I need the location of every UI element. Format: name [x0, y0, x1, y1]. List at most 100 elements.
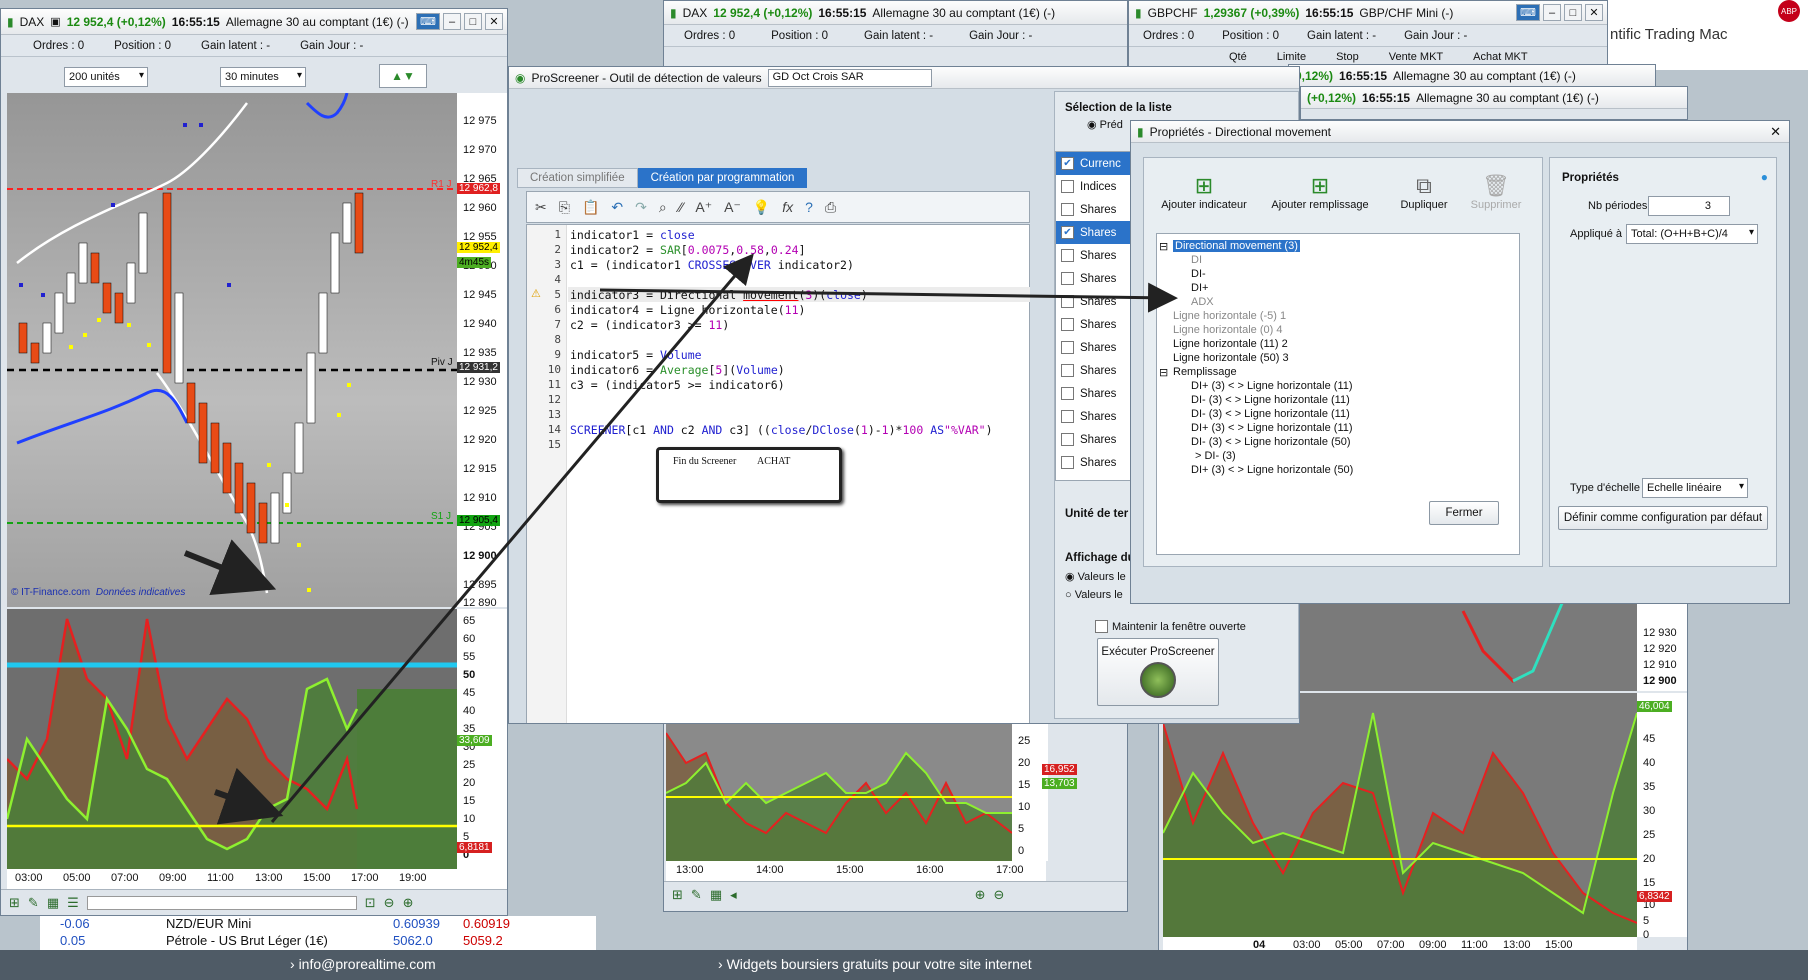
- tree-item[interactable]: Ligne horizontale (11) 2: [1173, 338, 1288, 350]
- lightbulb-icon[interactable]: 💡: [753, 199, 770, 216]
- checkbox[interactable]: [1061, 456, 1074, 469]
- right-indicator-chart[interactable]: [1162, 693, 1638, 937]
- tree-item[interactable]: > DI- (3): [1195, 450, 1236, 462]
- checkbox[interactable]: [1061, 410, 1074, 423]
- info-icon[interactable]: ▣: [50, 15, 60, 28]
- minimize-button[interactable]: –: [443, 13, 461, 30]
- tree-item[interactable]: DI+ (3) < > Ligne horizontale (11): [1191, 422, 1353, 434]
- tree-item[interactable]: DI- (3) < > Ligne horizontale (11): [1191, 408, 1350, 420]
- paste-icon[interactable]: 📋: [582, 199, 599, 216]
- comment-icon[interactable]: ⁄⁄: [679, 199, 684, 215]
- chart-type-icon[interactable]: ⊞: [9, 895, 20, 911]
- close-dialog-button[interactable]: Fermer: [1429, 501, 1499, 525]
- checkbox[interactable]: [1061, 180, 1074, 193]
- checkbox[interactable]: [1095, 620, 1108, 633]
- zoom-fit-icon[interactable]: ⊡: [365, 895, 376, 911]
- period-select[interactable]: 30 minutes: [220, 67, 306, 87]
- checkbox[interactable]: [1061, 295, 1074, 308]
- calc-icon[interactable]: ▦: [710, 887, 722, 903]
- tree-item-dm[interactable]: Directional movement (3): [1173, 240, 1300, 252]
- checkbox[interactable]: ✔: [1061, 226, 1074, 239]
- tree-collapse-icon[interactable]: ⊟: [1159, 366, 1168, 379]
- tree-item[interactable]: Ligne horizontale (50) 3: [1173, 352, 1289, 364]
- draw-icon[interactable]: ✎: [691, 887, 702, 903]
- tree-item[interactable]: DI+ (3) < > Ligne horizontale (50): [1191, 464, 1353, 476]
- checkbox[interactable]: [1061, 433, 1074, 446]
- undo-icon[interactable]: ↶: [611, 199, 623, 216]
- checkbox[interactable]: [1061, 364, 1074, 377]
- valeurs-radio-1[interactable]: ◉ Valeurs le: [1065, 570, 1126, 583]
- function-icon[interactable]: fx: [782, 199, 793, 215]
- duplicate-action[interactable]: ⧉ Dupliquer: [1389, 173, 1459, 211]
- close-button[interactable]: ✕: [1585, 4, 1603, 21]
- properties-close-button[interactable]: ✕: [1770, 124, 1781, 140]
- help-icon[interactable]: ?: [805, 199, 813, 215]
- maximize-button[interactable]: □: [1564, 4, 1582, 21]
- scroll-left-icon[interactable]: ◂: [730, 887, 737, 903]
- tree-item[interactable]: Ligne horizontale (-5) 1: [1173, 310, 1286, 322]
- checkbox[interactable]: [1061, 272, 1074, 285]
- chart-type-icon[interactable]: ⊞: [672, 887, 683, 903]
- zoom-in-icon[interactable]: ⊕: [975, 887, 986, 903]
- widgets-link[interactable]: Widgets boursiers gratuits pour votre si…: [727, 956, 1032, 972]
- dax-instrument[interactable]: DAX: [20, 15, 45, 29]
- small-titlebar-2[interactable]: (+0,12%) 16:55:15 Allemagne 30 au compta…: [1301, 87, 1687, 109]
- font-larger-icon[interactable]: A⁺: [695, 199, 712, 216]
- directional-movement-panel[interactable]: [5, 609, 457, 869]
- checkbox[interactable]: [1061, 203, 1074, 216]
- keep-open-checkbox[interactable]: Maintenir la fenêtre ouverte: [1095, 620, 1246, 633]
- checkbox[interactable]: ✔: [1061, 157, 1074, 170]
- proscreener-titlebar[interactable]: ◉ ProScreener - Outil de détection de va…: [509, 67, 1299, 89]
- info-icon[interactable]: ●: [1761, 170, 1768, 184]
- code-editor[interactable]: 1 2 3 4 5 6 7 8 9 10 11 12 13 14 15 ⚠ in…: [526, 224, 1030, 723]
- mid-indicator-chart[interactable]: [665, 723, 1013, 861]
- gbp-instrument[interactable]: GBPCHF: [1148, 6, 1198, 20]
- scrollbar[interactable]: [86, 895, 357, 910]
- tree-item[interactable]: DI+: [1191, 282, 1208, 294]
- checkbox[interactable]: [1061, 318, 1074, 331]
- keyboard-icon[interactable]: ⌨: [416, 13, 440, 30]
- mid-instrument[interactable]: DAX: [683, 6, 708, 20]
- small-window-2[interactable]: (+0,12%) 16:55:15 Allemagne 30 au compta…: [1300, 86, 1688, 120]
- zoom-out-icon[interactable]: ⊖: [994, 887, 1005, 903]
- search-icon[interactable]: ⌕: [659, 199, 667, 216]
- set-default-button[interactable]: Définir comme configuration par défaut: [1558, 506, 1768, 530]
- cut-icon[interactable]: ✂: [535, 199, 547, 216]
- price-chart[interactable]: © IT-Finance.com Données indicatives: [7, 92, 457, 607]
- properties-titlebar[interactable]: ▮ Propriétés - Directional movement: [1131, 121, 1789, 143]
- list-item[interactable]: 0.05 Pétrole - US Brut Léger (1€) 5062.0…: [40, 933, 596, 950]
- small-titlebar-1[interactable]: 0,12%) 16:55:15 Allemagne 30 au comptant…: [1289, 65, 1655, 87]
- tab-simple[interactable]: Création simplifiée: [517, 168, 638, 188]
- copy-icon[interactable]: ⎘: [559, 199, 570, 216]
- email-link[interactable]: info@prorealtime.com: [299, 956, 436, 972]
- checkbox[interactable]: [1061, 249, 1074, 262]
- tree-item[interactable]: DI+ (3) < > Ligne horizontale (11): [1191, 380, 1353, 392]
- properties-dialog[interactable]: ▮ Propriétés - Directional movement ✕ ⊞ …: [1130, 120, 1790, 604]
- valeurs-radio-2[interactable]: ○ Valeurs le: [1065, 589, 1123, 601]
- checkbox[interactable]: [1061, 341, 1074, 354]
- nb-periodes-input[interactable]: 3: [1648, 196, 1730, 216]
- add-indicator-action[interactable]: ⊞ Ajouter indicateur: [1159, 173, 1249, 211]
- add-fill-action[interactable]: ⊞ Ajouter remplissage: [1265, 173, 1375, 211]
- checkbox[interactable]: [1061, 387, 1074, 400]
- tree-item[interactable]: DI- (3) < > Ligne horizontale (11): [1191, 394, 1350, 406]
- maximize-button[interactable]: □: [464, 13, 482, 30]
- tree-item[interactable]: ADX: [1191, 296, 1214, 308]
- dax-window[interactable]: ▮ DAX ▣ 12 952,4 (+0,12%) 16:55:15 Allem…: [0, 8, 508, 916]
- indicators-icon[interactable]: ▲▼: [379, 64, 427, 88]
- font-smaller-icon[interactable]: A⁻: [724, 199, 741, 216]
- units-select[interactable]: 200 unités: [64, 67, 148, 87]
- calc-icon[interactable]: ▦: [47, 895, 59, 911]
- minimize-button[interactable]: –: [1543, 4, 1561, 21]
- tree-item[interactable]: Ligne horizontale (0) 4: [1173, 324, 1282, 336]
- keyboard-icon[interactable]: ⌨: [1516, 4, 1540, 21]
- tree-item[interactable]: DI: [1191, 254, 1202, 266]
- tree-item[interactable]: Remplissage: [1173, 366, 1237, 378]
- redo-icon[interactable]: ↷: [635, 199, 647, 216]
- echelle-select[interactable]: Echelle linéaire: [1642, 478, 1748, 498]
- list-item[interactable]: -0.06 NZD/EUR Mini 0.60939 0.60919: [40, 916, 596, 933]
- predefined-radio[interactable]: ◉ Préd: [1087, 118, 1123, 131]
- mid-titlebar[interactable]: ▮ DAX 12 952,4 (+0,12%) 16:55:15 Allemag…: [664, 1, 1127, 25]
- tree-collapse-icon[interactable]: ⊟: [1159, 240, 1168, 253]
- indicator-list-icon[interactable]: ☰: [67, 895, 79, 911]
